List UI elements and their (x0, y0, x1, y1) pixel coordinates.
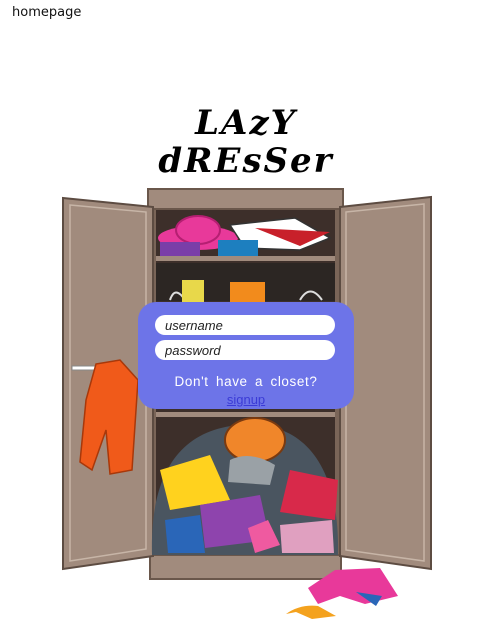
password-input[interactable] (155, 340, 335, 360)
signup-link[interactable]: signup (138, 392, 354, 407)
username-input[interactable] (155, 315, 335, 335)
no-closet-prompt: Don't have a closet? (174, 374, 318, 389)
login-panel: Don't have a closet? signup (138, 302, 354, 409)
